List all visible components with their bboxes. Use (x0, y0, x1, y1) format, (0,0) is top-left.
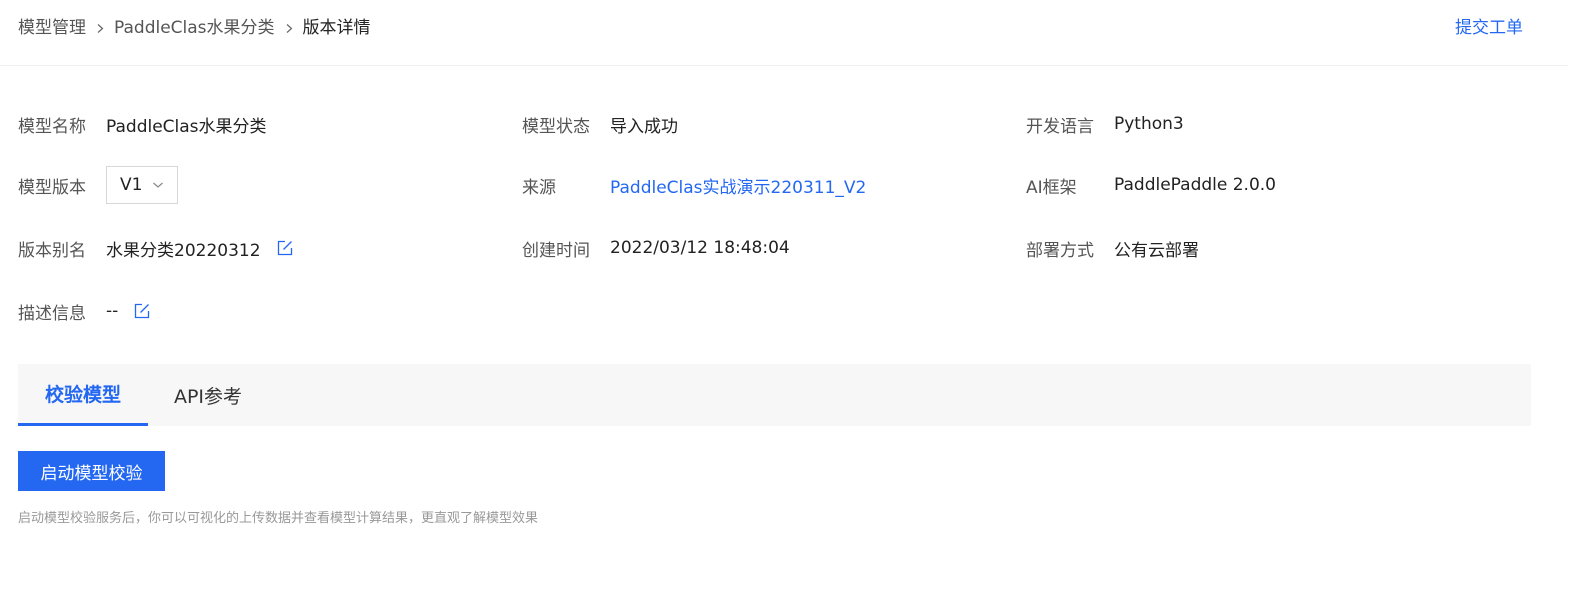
model-status-value: 导入成功 (610, 116, 678, 137)
breadcrumb-model-management[interactable]: 模型管理 (18, 17, 86, 39)
dev-language-field: 开发语言 Python3 (1026, 104, 1184, 144)
description-field: 描述信息 -- (18, 291, 151, 331)
tabs-bar: 校验模型 API参考 (18, 364, 1531, 426)
model-status-label: 模型状态 (522, 116, 590, 137)
model-version-select[interactable]: V1 (106, 166, 178, 204)
version-alias-label: 版本别名 (18, 240, 86, 261)
version-alias-field: 版本别名 水果分类20220312 (18, 228, 294, 268)
model-name-label: 模型名称 (18, 116, 86, 137)
details-row: 模型名称 PaddleClas水果分类 模型状态 导入成功 开发语言 Pytho… (18, 104, 1548, 144)
created-time-value: 2022/03/12 18:48:04 (610, 238, 790, 258)
edit-icon[interactable] (276, 239, 294, 257)
source-link[interactable]: PaddleClas实战演示220311_V2 (610, 173, 866, 198)
description-value: -- (106, 301, 119, 321)
model-status-field: 模型状态 导入成功 (522, 104, 678, 144)
start-validation-button[interactable]: 启动模型校验 (18, 451, 165, 491)
ai-framework-value: PaddlePaddle 2.0.0 (1114, 175, 1276, 195)
deploy-method-value: 公有云部署 (1114, 240, 1199, 261)
dev-language-label: 开发语言 (1026, 116, 1094, 137)
submit-ticket-link[interactable]: 提交工单 (1455, 17, 1523, 39)
details-row: 版本别名 水果分类20220312 创建时间 2022/03/12 18:48:… (18, 228, 1548, 268)
page-header: 模型管理 PaddleClas水果分类 版本详情 提交工单 (0, 0, 1568, 66)
dev-language-value: Python3 (1114, 114, 1184, 134)
details-row: 描述信息 -- (18, 291, 1548, 331)
version-alias-value: 水果分类20220312 (106, 240, 261, 261)
deploy-method-field: 部署方式 公有云部署 (1026, 228, 1199, 268)
tab-api-reference[interactable]: API参考 (148, 364, 268, 426)
chevron-right-icon (285, 23, 294, 33)
validation-hint: 启动模型校验服务后，你可以可视化的上传数据并查看模型计算结果，更直观了解模型效果 (18, 511, 539, 526)
details-row: 模型版本 V1 来源 PaddleClas实战演示220311_V2 AI框架 … (18, 165, 1548, 205)
breadcrumb-model[interactable]: PaddleClas水果分类 (114, 17, 275, 39)
ai-framework-field: AI框架 PaddlePaddle 2.0.0 (1026, 165, 1276, 205)
edit-icon[interactable] (133, 302, 151, 320)
model-name-field: 模型名称 PaddleClas水果分类 (18, 104, 267, 144)
ai-framework-label: AI框架 (1026, 177, 1077, 198)
description-label: 描述信息 (18, 303, 86, 324)
model-name-value: PaddleClas水果分类 (106, 116, 267, 137)
model-version-label: 模型版本 (18, 177, 86, 198)
source-label: 来源 (522, 177, 556, 198)
created-time-field: 创建时间 2022/03/12 18:48:04 (522, 228, 790, 268)
tab-validate-model[interactable]: 校验模型 (18, 364, 148, 426)
deploy-method-label: 部署方式 (1026, 240, 1094, 261)
breadcrumb-current: 版本详情 (302, 18, 371, 38)
chevron-right-icon (96, 23, 105, 33)
breadcrumb: 模型管理 PaddleClas水果分类 版本详情 (18, 17, 371, 39)
created-time-label: 创建时间 (522, 240, 590, 261)
model-version-field: 模型版本 V1 (18, 165, 178, 205)
source-field: 来源 PaddleClas实战演示220311_V2 (522, 165, 866, 205)
model-version-value: V1 (120, 175, 143, 195)
chevron-down-icon (152, 179, 164, 191)
